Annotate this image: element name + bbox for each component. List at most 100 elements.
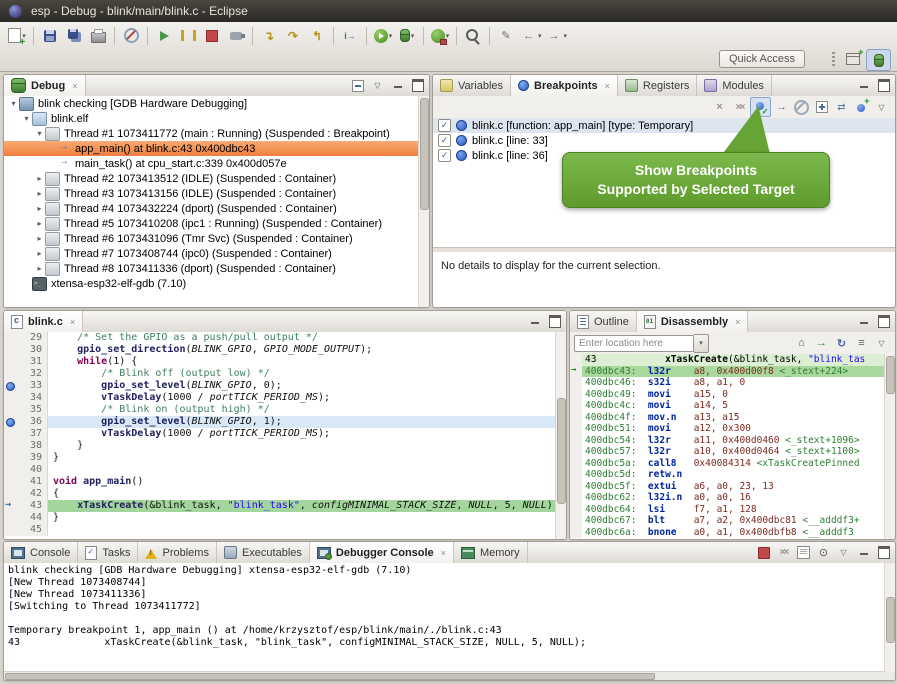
search-button[interactable] [461,25,485,47]
save-all-button[interactable] [62,25,86,47]
resume-button[interactable] [152,25,176,47]
console-scrollbar-thumb[interactable] [886,597,895,643]
disassembly-line[interactable]: 400dbc64: lsi f7, a1, 128 [570,504,885,516]
expand-right-icon[interactable]: ▸ [34,219,45,228]
disassembly-line[interactable]: 400dbc54: l32r a11, 0x400d0460 <_stext+1… [570,435,885,447]
tab-variables[interactable]: Variables [433,75,511,96]
disassembly-line[interactable]: 400dbc49: movi a15, 0 [570,389,885,401]
console-body[interactable]: blink checking [GDB Hardware Debugging] … [4,563,885,672]
debug-tree-row[interactable]: ▸Thread #6 1073431096 (Tmr Svc) (Suspend… [4,231,419,246]
expand-down-icon[interactable]: ▾ [8,99,19,108]
step-into-button[interactable] [257,25,281,47]
debug-tree-row[interactable]: main_task() at cpu_start.c:339 0x400d057… [4,156,419,171]
tab-disassembly[interactable]: Disassembly× [637,311,749,332]
debug-scrollbar-thumb[interactable] [420,98,429,210]
debug-tree-row[interactable]: ▸Thread #4 1073432224 (dport) (Suspended… [4,201,419,216]
location-dropdown-button[interactable]: ▾ [694,334,709,353]
editor-line[interactable]: 38 } [4,440,556,452]
tab-debugger-console[interactable]: Debugger Console× [310,542,454,563]
perspective-drag-handle[interactable] [832,52,835,66]
debug-tree-row[interactable]: ▸Thread #2 1073413512 (IDLE) (Suspended … [4,171,419,186]
disassembly-line[interactable]: 43 xTaskCreate(&blink_task, "blink_tas [570,354,885,366]
expand-right-icon[interactable]: ▸ [34,189,45,198]
instruction-pointer-icon[interactable] [4,500,17,512]
disassembly-line[interactable]: 400dbc57: l32r a10, 0x400d0464 <_stext+1… [570,446,885,458]
debug-tree-row[interactable]: app_main() at blink.c:43 0x400dbc43 [4,141,419,156]
forward-button[interactable]: ▾ [544,25,570,47]
debug-tree-row[interactable]: ▾blink checking [GDB Hardware Debugging] [4,96,419,111]
disassembly-lines[interactable]: 43 xTaskCreate(&blink_task, "blink_tas40… [570,354,885,539]
last-edit-button[interactable] [494,25,518,47]
editor-line[interactable]: 36 gpio_set_level(BLINK_GPIO, 1); [4,416,556,428]
add-breakpoint-button[interactable] [852,98,871,116]
editor-line[interactable]: 44} [4,512,556,524]
disassembly-line[interactable]: 400dbc46: s32i a8, a1, 0 [570,377,885,389]
breakpoint-checkbox[interactable]: ✓ [438,149,451,162]
home-button[interactable] [792,334,811,352]
tab-breakpoints[interactable]: Breakpoints× [511,75,618,96]
save-button[interactable] [38,25,62,47]
editor-line[interactable]: 41void app_main() [4,476,556,488]
external-tools-button[interactable]: ▾ [428,25,452,47]
print-button[interactable] [86,25,110,47]
maximize-button[interactable] [408,77,427,95]
remove-all-button[interactable] [774,544,793,562]
titlebar[interactable]: esp - Debug - blink/main/blink.c - Eclip… [0,0,897,22]
disassembly-line[interactable]: 400dbc43: l32r a8, 0x400d00f8 <_stext+22… [570,366,885,378]
editor-line[interactable]: 31 while(1) { [4,356,556,368]
minimize-button[interactable] [388,77,407,95]
view-menu-button[interactable] [368,77,387,95]
view-menu-button[interactable] [834,544,853,562]
disassembly-line[interactable]: 400dbc51: movi a12, 0x300 [570,423,885,435]
refresh-button[interactable] [832,334,851,352]
editor-line[interactable]: 39} [4,452,556,464]
console-hscrollbar-thumb[interactable] [5,673,655,680]
tab-memory[interactable]: Memory [454,542,528,563]
breakpoint-marker-icon[interactable] [4,416,17,428]
clear-button[interactable] [794,544,813,562]
close-icon[interactable]: × [70,317,75,327]
disassembly-line[interactable]: 400dbc5d: retw.n [570,469,885,481]
editor-line[interactable]: 37 vTaskDelay(1000 / portTICK_PERIOD_MS)… [4,428,556,440]
disassembly-line[interactable]: 400dbc4c: movi a14, 5 [570,400,885,412]
disconnect-button[interactable] [224,25,248,47]
console-hscrollbar[interactable] [4,671,885,680]
expand-all-button[interactable] [812,98,831,116]
editor-scrollbar[interactable] [555,332,566,539]
debug-tree-row[interactable]: ▸Thread #7 1073408744 (ipc0) (Suspended … [4,246,419,261]
breakpoint-checkbox[interactable]: ✓ [438,119,451,132]
tab-registers[interactable]: Registers [618,75,697,96]
editor-line[interactable]: 42{ [4,488,556,500]
tab-outline[interactable]: Outline [570,311,637,332]
skip-all-button[interactable] [792,98,811,116]
debug-tree-row[interactable]: ▾Thread #1 1073411772 (main : Running) (… [4,126,419,141]
view-menu-button[interactable] [872,334,891,352]
tab-modules[interactable]: Modules [697,75,772,96]
minimize-button[interactable] [525,313,544,331]
remove-button[interactable] [710,98,729,116]
minimize-button[interactable] [854,544,873,562]
expand-right-icon[interactable]: ▸ [34,234,45,243]
breakpoint-marker-icon[interactable] [4,380,17,392]
close-icon[interactable]: × [605,81,610,91]
editor-line[interactable]: 30 gpio_set_direction(BLINK_GPIO, GPIO_M… [4,344,556,356]
view-menu-button[interactable] [872,98,891,116]
close-icon[interactable]: × [735,317,740,327]
maximize-button[interactable] [874,544,893,562]
step-over-button[interactable] [281,25,305,47]
quick-access-button[interactable]: Quick Access [719,50,805,68]
maximize-button[interactable] [545,313,564,331]
close-icon[interactable]: × [72,81,77,91]
pin-button[interactable] [814,544,833,562]
debug-button[interactable]: ▾ [395,25,419,47]
tab-executables[interactable]: Executables [217,542,310,563]
show-source-button[interactable] [852,334,871,352]
debug-scrollbar[interactable] [418,96,429,307]
expand-right-icon[interactable]: ▸ [34,249,45,258]
disassembly-line[interactable]: 400dbc5f: extui a6, a0, 23, 13 [570,481,885,493]
open-perspective-button[interactable] [841,49,864,69]
collapse-all-button[interactable] [348,77,367,95]
suspend-button[interactable] [176,25,200,47]
run-button[interactable]: ▾ [371,25,395,47]
editor-line[interactable]: 29 /* Set the GPIO as a push/pull output… [4,332,556,344]
